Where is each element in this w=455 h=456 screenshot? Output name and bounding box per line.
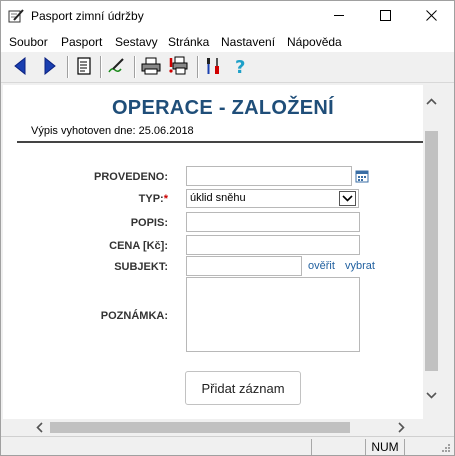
poznamka-textarea[interactable] [186, 277, 360, 352]
tools-icon [204, 56, 224, 79]
cena-field[interactable] [186, 235, 360, 255]
menu-nastaveni[interactable]: Nastavení [221, 35, 275, 49]
status-bar: NUM [1, 436, 454, 455]
poznamka-label: POZNÁMKA: [100, 310, 168, 322]
vybrat-link[interactable]: vybrat [345, 260, 375, 272]
close-icon [425, 9, 437, 24]
calendar-icon[interactable] [355, 169, 369, 183]
app-window: Pasport zimní údržby Soubor Pasport Sest… [0, 0, 455, 456]
status-pane [311, 439, 365, 455]
print-setup-icon [168, 56, 188, 79]
vertical-scrollbar[interactable] [423, 85, 440, 419]
document-button[interactable] [73, 56, 95, 78]
toolbar-separator [67, 56, 69, 78]
help-icon: ? [233, 56, 249, 79]
toolbar: ? [1, 52, 454, 83]
page-title: OPERACE - ZALOŽENÍ [111, 97, 335, 119]
svg-text:?: ? [235, 57, 245, 76]
forward-arrow-icon [42, 56, 58, 78]
popis-label: POPIS: [130, 217, 168, 229]
scroll-down-icon[interactable] [423, 387, 440, 404]
minimize-button[interactable] [316, 1, 362, 32]
menu-bar: Soubor Pasport Sestavy Stránka Nastavení… [1, 32, 454, 52]
print-button[interactable] [140, 56, 162, 78]
minimize-icon [333, 10, 345, 24]
pen-notepad-icon [8, 8, 24, 24]
close-button[interactable] [408, 1, 454, 32]
horizontal-scrollbar[interactable] [3, 419, 440, 436]
window-title: Pasport zimní údržby [31, 9, 144, 23]
resize-grip-icon[interactable] [441, 442, 451, 455]
printer-icon [141, 57, 161, 78]
typ-label-text: TYP: [138, 193, 164, 205]
typ-selected-value: úklid sněhu [190, 192, 246, 204]
subjekt-label: SUBJEKT: [114, 261, 168, 273]
print-setup-button[interactable] [167, 56, 189, 78]
overit-link[interactable]: ověřit [308, 260, 335, 272]
back-button[interactable] [9, 56, 31, 78]
document-icon [76, 56, 92, 78]
menu-napoveda[interactable]: Nápověda [287, 35, 342, 49]
pen-icon [107, 57, 125, 78]
provedeno-field[interactable] [186, 166, 352, 186]
typ-label: TYP:* [48, 193, 168, 205]
menu-pasport[interactable]: Pasport [61, 35, 102, 49]
scroll-right-icon[interactable] [393, 419, 410, 436]
provedeno-label: PROVEDENO: [94, 171, 168, 183]
forward-button[interactable] [39, 56, 61, 78]
toolbar-separator [197, 56, 199, 78]
cena-label: CENA [Kč]: [109, 240, 168, 252]
scrollbar-corner [440, 419, 454, 436]
maximize-button[interactable] [362, 1, 408, 32]
title-bar: Pasport zimní údržby [1, 1, 454, 32]
add-record-button[interactable]: Přidat záznam [185, 371, 301, 405]
content-area: OPERACE - ZALOŽENÍ Výpis vyhotoven dne: … [3, 85, 423, 419]
menu-stranka[interactable]: Stránka [168, 35, 209, 49]
edit-button[interactable] [105, 56, 127, 78]
scroll-left-icon[interactable] [31, 419, 48, 436]
vertical-scroll-thumb[interactable] [425, 131, 438, 371]
num-lock-indicator: NUM [365, 439, 405, 455]
subjekt-field[interactable] [186, 256, 302, 276]
horizontal-scroll-thumb[interactable] [50, 422, 350, 433]
menu-soubor[interactable]: Soubor [9, 35, 48, 49]
required-marker: * [163, 193, 168, 205]
maximize-icon [379, 9, 391, 24]
back-arrow-icon [12, 56, 28, 78]
toolbar-separator [134, 56, 136, 78]
help-button[interactable]: ? [230, 56, 252, 78]
menu-sestavy[interactable]: Sestavy [115, 35, 158, 49]
chevron-down-icon [339, 191, 356, 206]
settings-button[interactable] [203, 56, 225, 78]
toolbar-separator [100, 56, 102, 78]
scroll-up-icon[interactable] [423, 93, 440, 110]
report-date: Výpis vyhotoven dne: 25.06.2018 [31, 125, 194, 137]
popis-field[interactable] [186, 212, 360, 232]
divider [17, 141, 423, 143]
typ-select[interactable]: úklid sněhu [186, 189, 359, 208]
